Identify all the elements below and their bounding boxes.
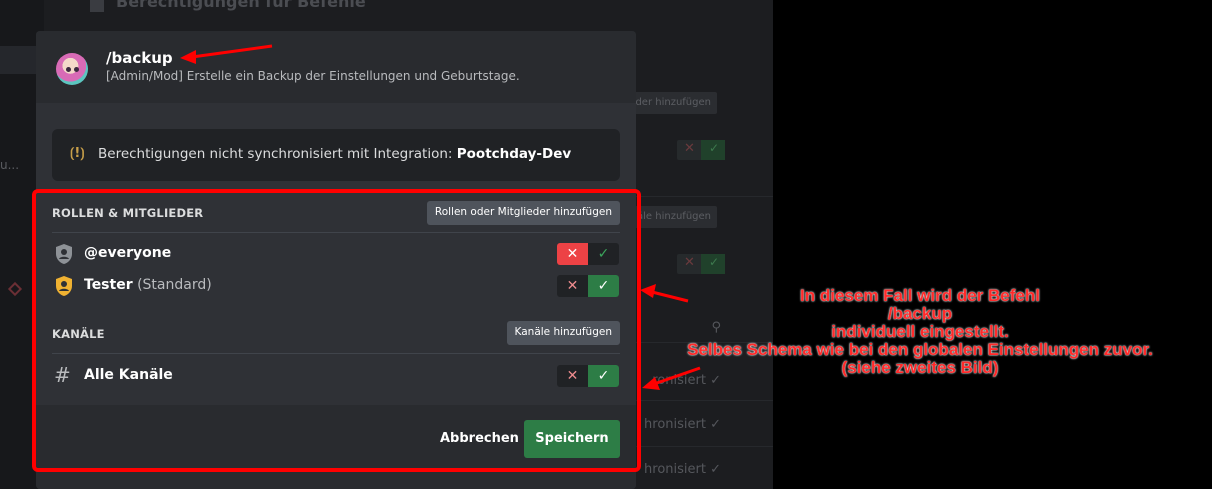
modal-header: /backup [Admin/Mod] Erstelle ein Backup … (36, 31, 636, 103)
bot-avatar (56, 53, 88, 85)
background-status: hronisiert ✓ (644, 417, 721, 432)
background-status: hronisiert ✓ (644, 462, 721, 477)
background-add-button: äle hinzufügen (631, 206, 717, 228)
sync-notice-text: Berechtigungen nicht synchronisiert mit … (98, 146, 572, 162)
background-checkbox (90, 0, 104, 12)
command-description: [Admin/Mod] Erstelle ein Backup der Eins… (106, 69, 520, 83)
background-sidebar-ellipsis: u... (0, 158, 20, 172)
background-title: Berechtigungen für Befehle (116, 0, 366, 11)
annotation-text: In diesem Fall wird der Befehl /backup i… (687, 286, 1153, 377)
sync-warning-icon: ⟮!⟯ (70, 146, 85, 161)
annotation-highlight-box (32, 189, 641, 472)
background-toggle: ✕ ✓ (677, 140, 725, 160)
background-toggle: ✕ ✓ (677, 254, 725, 274)
command-name: /backup (106, 49, 173, 67)
background-sidebar-item (0, 46, 40, 74)
sync-notice: ⟮!⟯ Berechtigungen nicht synchronisiert … (52, 129, 620, 181)
